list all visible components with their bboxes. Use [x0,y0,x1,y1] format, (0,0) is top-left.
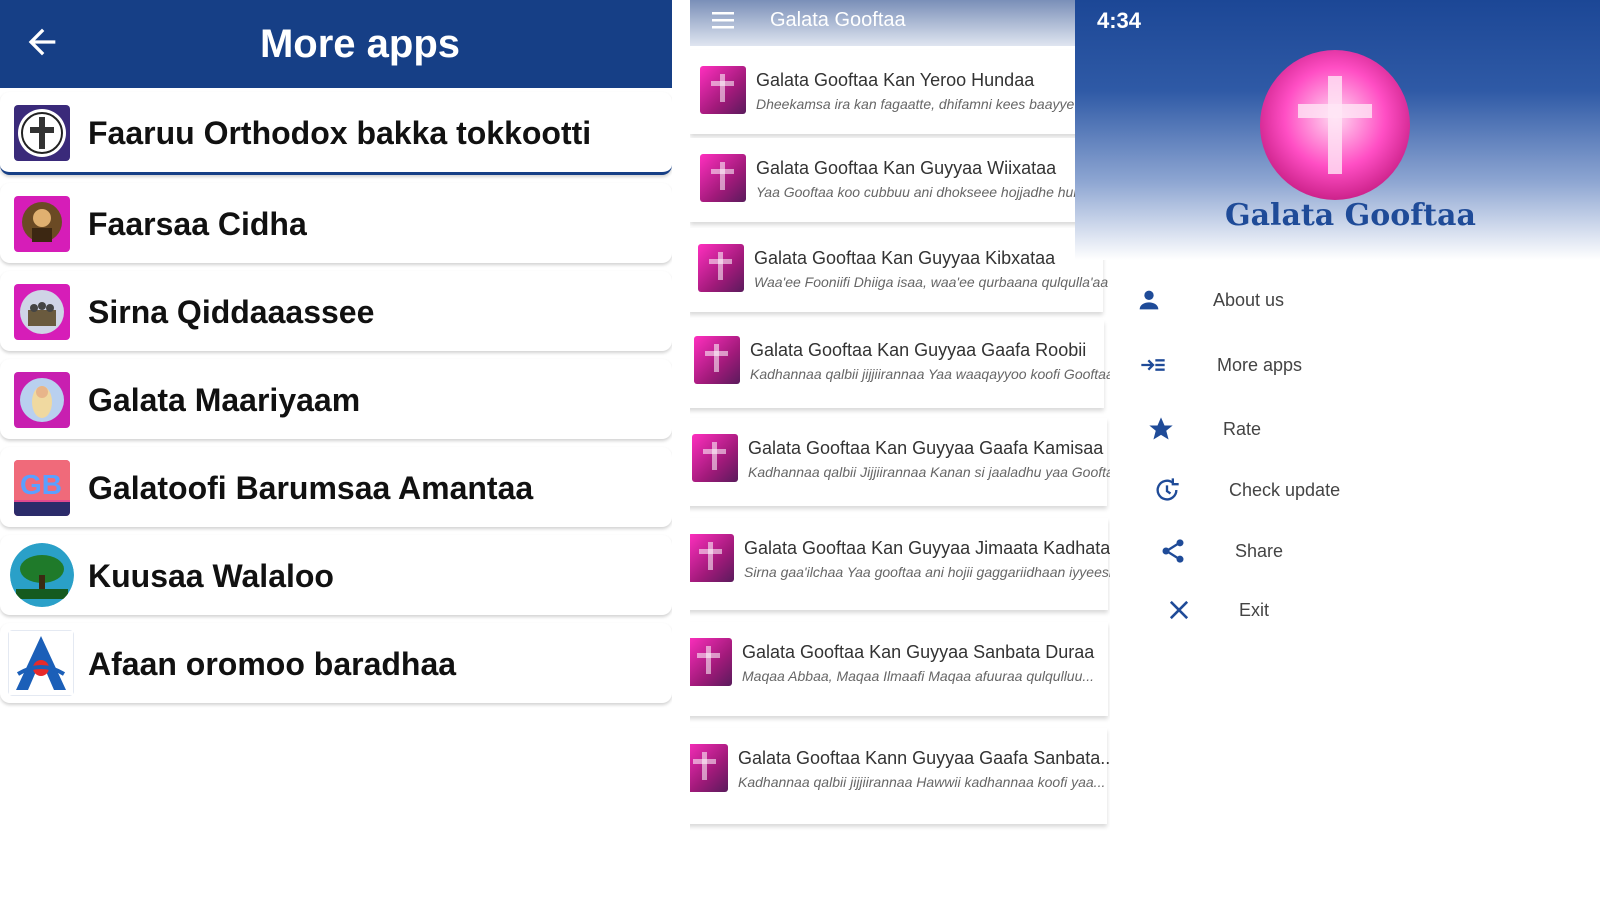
song-thumbnail-icon [690,744,728,792]
song-title: Galata Gooftaa Kan Yeroo Hundaa [756,70,1035,90]
song-thumbnail-icon [700,66,746,114]
song-thumbnail-icon [700,154,746,202]
song-title: Galata Gooftaa Kann Guyyaa Gaafa Sanbata… [738,748,1110,768]
drawer-item-label: About us [1213,290,1285,310]
hamburger-menu-icon[interactable] [712,10,738,32]
song-item[interactable]: Galata Gooftaa Kan Guyyaa Gaafa Kamisaa … [690,418,1110,506]
song-subtitle: Kadhannaa qalbii jijjiirannaa Yaa waaqay… [750,366,1110,382]
song-item[interactable]: Galata Gooftaa Kan Guyyaa Kibxataa Waa'e… [690,228,1108,312]
song-subtitle: Dheekamsa ira kan fagaatte, dhifamni kee… [756,96,1075,112]
tree-icon [10,543,74,607]
drawer-item-label: Rate [1223,419,1262,439]
song-item[interactable]: Galata Gooftaa Kan Yeroo Hundaa Dheekams… [690,50,1100,134]
back-arrow-icon[interactable] [22,22,62,62]
song-title: Galata Gooftaa Kan Guyyaa Sanbata Duraa [742,642,1095,662]
share-icon [1162,539,1184,563]
orthodox-cross-icon [14,105,70,161]
update-icon [1156,478,1179,501]
song-title: Galata Gooftaa Kan Guyyaa Gaafa Roobii [750,340,1087,360]
app-item-galatoofi-barumsaa[interactable]: GB Galatoofi Barumsaa Amantaa [0,447,672,527]
song-subtitle: Kadhannaa qalbii Jijjiirannaa Kanan si j… [748,464,1110,480]
song-title: Galata Gooftaa Kan Guyyaa Kibxataa [754,248,1056,268]
app-item-galata-maariyaam[interactable]: Galata Maariyaam [0,359,672,439]
letter-a-icon [8,630,74,696]
song-subtitle: Maqaa Abbaa, Maqaa Ilmaafi Maqaa afuuraa… [742,668,1095,684]
star-icon [1149,417,1173,440]
app-item-label: Kuusaa Walaloo [88,558,334,594]
app-item-faarsaa-cidha[interactable]: Faarsaa Cidha [0,183,672,263]
song-subtitle: Sirna gaa'ilchaa Yaa gooftaa ani hojii g… [744,564,1110,580]
mary-icon [14,372,70,428]
song-item[interactable]: Galata Gooftaa Kan Guyyaa Sanbata Duraa … [690,622,1108,716]
church-icon [14,284,70,340]
app-item-kuusaa-walaloo[interactable]: Kuusaa Walaloo [0,535,672,615]
song-thumbnail-icon [698,244,744,292]
drawer-app-name: Galata Gooftaa [1225,198,1476,233]
app-item-label: Galata Maariyaam [88,382,361,418]
app-item-label: Sirna Qiddaaassee [88,294,375,330]
song-item[interactable]: Galata Gooftaa Kan Guyyaa Wiixataa Yaa G… [690,138,1110,222]
song-thumbnail-icon [690,534,734,582]
song-title: Galata Gooftaa Kan Guyyaa Jimaata Kadhat… [744,538,1110,558]
app-list: Faaruu Orthodox bakka tokkootti Faarsaa … [0,92,672,711]
song-subtitle: Kadhannaa qalbii jijjiirannaa Hawwii kad… [738,774,1106,790]
song-item[interactable]: Galata Gooftaa Kann Guyyaa Gaafa Sanbata… [690,728,1110,824]
drawer-item-share[interactable]: Share [1159,531,1539,571]
song-title: Galata Gooftaa Kan Guyyaa Gaafa Kamisaa [748,438,1104,458]
song-list-screen: Galata Gooftaa Galata Gooftaa Kan Yeroo … [690,0,1110,900]
song-subtitle: Waa'ee Fooniifi Dhiiga isaa, waa'ee qurb… [754,274,1109,290]
drawer-item-exit[interactable]: Exit [1165,590,1545,630]
song-item[interactable]: Galata Gooftaa Kan Guyyaa Gaafa Roobii K… [690,320,1110,408]
song-list-title: Galata Gooftaa [770,9,906,31]
song-thumbnail-icon [694,336,740,384]
drawer-item-about-us[interactable]: About us [1135,280,1515,320]
song-subtitle: Yaa Gooftaa koo cubbuu ani dhokseee hojj… [756,184,1110,200]
more-apps-icon [1141,359,1165,371]
song-thumbnail-icon [692,434,738,482]
drawer-item-label: Share [1235,541,1284,561]
app-item-afaan-oromoo[interactable]: Afaan oromoo baradhaa [0,623,672,703]
close-icon [1169,600,1189,620]
drawer-header: 4:34 Galata Gooftaa [1075,0,1600,260]
navigation-drawer: 4:34 Galata Gooftaa About us More apps R… [1075,0,1600,900]
drawer-item-check-update[interactable]: Check update [1153,470,1533,510]
song-list-header: Galata Gooftaa [690,0,1110,46]
app-item-faaruu-orthodox[interactable]: Faaruu Orthodox bakka tokkootti [0,92,672,175]
app-logo-cross-icon [1260,50,1410,200]
app-item-label: Faaruu Orthodox bakka tokkootti [88,115,592,151]
app-bar: More apps [0,0,672,88]
more-apps-screen: More apps Faaruu Orthodox bakka tokkoott… [0,0,672,900]
drawer-item-rate[interactable]: Rate [1147,409,1527,449]
gb-logo-icon: GB [14,460,70,516]
app-item-label: Galatoofi Barumsaa Amantaa [88,470,534,506]
drawer-item-label: Check update [1229,480,1341,500]
status-time: 4:34 [1097,8,1142,33]
svg-text:GB: GB [20,469,62,500]
song-title: Galata Gooftaa Kan Guyyaa Wiixataa [756,158,1057,178]
drawer-item-label: More apps [1217,355,1303,375]
app-item-label: Afaan oromoo baradhaa [88,646,457,682]
app-item-sirna-qiddaaassee[interactable]: Sirna Qiddaaassee [0,271,672,351]
song-thumbnail-icon [690,638,732,686]
app-item-label: Faarsaa Cidha [88,206,307,242]
drawer-item-more-apps[interactable]: More apps [1139,345,1519,385]
drawer-item-label: Exit [1239,600,1270,620]
song-item[interactable]: Galata Gooftaa Kan Guyyaa Jimaata Kadhat… [690,518,1110,610]
saint-icon [14,196,70,252]
person-icon [1139,290,1159,310]
page-title: More apps [259,22,461,66]
